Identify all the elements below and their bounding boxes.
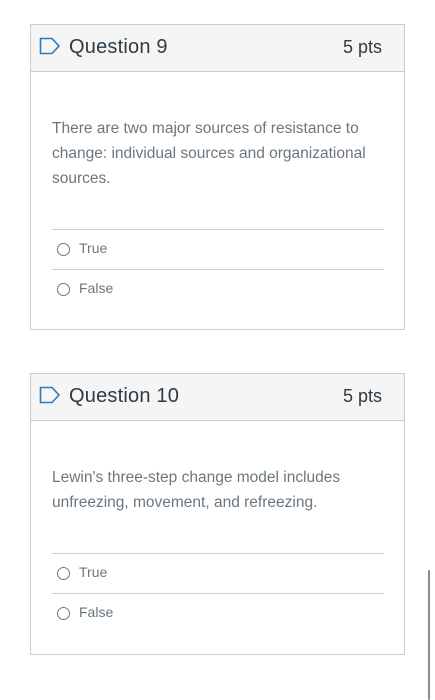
flag-question-icon[interactable] [39,386,61,404]
answer-label: False [79,280,114,296]
question-header: Question 10 5 pts [31,374,404,421]
radio-unchecked-icon[interactable] [57,243,70,256]
answer-option-false[interactable]: False [52,593,384,633]
answer-list: True False [52,553,384,633]
radio-unchecked-icon[interactable] [57,607,70,620]
answer-option-false[interactable]: False [52,269,384,309]
question-text: There are two major sources of resistanc… [52,120,366,187]
question-points: 5 pts [342,37,382,57]
question-title: Question 10 [69,385,180,407]
answer-label: True [79,240,108,256]
question-card-10: Question 10 5 pts Lewin's three-step cha… [30,373,405,655]
answer-label: True [79,564,108,580]
answer-option-true[interactable]: True [52,229,384,269]
answer-list: True False [52,229,384,309]
question-header: Question 9 5 pts [31,25,404,72]
scrollbar[interactable] [428,570,430,700]
answer-option-true[interactable]: True [52,553,384,593]
question-card-9: Question 9 5 pts There are two major sou… [30,24,405,330]
answer-label: False [79,604,114,620]
radio-unchecked-icon[interactable] [57,567,70,580]
radio-unchecked-icon[interactable] [57,283,70,296]
question-title: Question 9 [69,36,168,58]
flag-question-icon[interactable] [39,37,61,55]
question-text: Lewin's three-step change model includes… [52,469,341,511]
question-points: 5 pts [342,386,382,406]
